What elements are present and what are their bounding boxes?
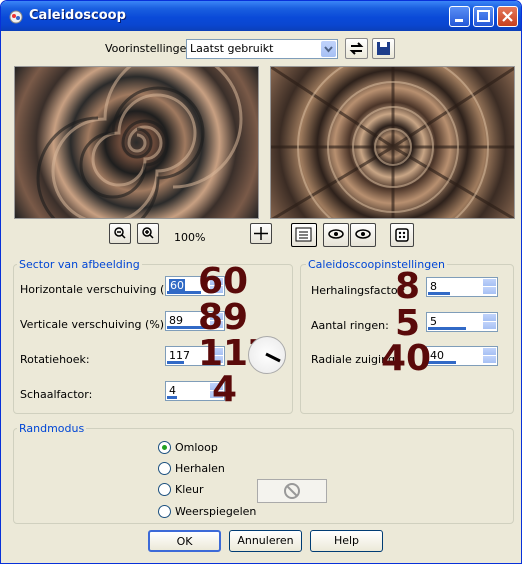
scale-annotation: 4 [212, 369, 238, 410]
vertical-offset-annotation: 89 [198, 297, 249, 338]
edge-mode-group [13, 428, 514, 524]
source-preview[interactable] [14, 66, 259, 219]
move-icon [254, 227, 268, 240]
result-preview[interactable] [270, 66, 515, 219]
maximize-icon [477, 10, 490, 22]
radial-suction-spinner[interactable] [483, 348, 496, 364]
repeat-factor-annotation: 8 [395, 266, 421, 307]
maximize-button[interactable] [473, 6, 494, 27]
sector-group-title: Sector van afbeelding [17, 258, 142, 271]
edge-option-repeat-label[interactable]: Herhalen [175, 462, 225, 475]
horizontal-offset-annotation: 60 [198, 261, 249, 302]
radial-suction-input[interactable]: 40 [426, 346, 498, 366]
presets-value: Laatst gebruikt [190, 42, 274, 55]
edge-option-color-label[interactable]: Kleur [175, 483, 204, 496]
dice-icon [395, 228, 409, 242]
repeat-factor-bar [428, 292, 450, 295]
zoom-out-icon [114, 227, 126, 239]
no-color-icon [284, 483, 300, 499]
presets-label: Voorinstellingen: [105, 42, 198, 55]
rings-annotation: 5 [395, 303, 421, 344]
scale-bar [167, 396, 177, 399]
app-icon [9, 10, 23, 24]
rings-input[interactable]: 5 [426, 312, 498, 332]
chevron-down-icon [321, 41, 336, 57]
reset-preset-button[interactable] [345, 38, 368, 59]
rings-spinner[interactable] [483, 314, 496, 330]
edge-option-mirror-label[interactable]: Weerspiegelen [175, 505, 256, 518]
dialog-window: Caleidoscoop Voorinstellingen: Laatst ge… [0, 0, 522, 564]
kaleidoscope-image [271, 67, 514, 218]
presets-dropdown[interactable]: Laatst gebruikt [186, 39, 338, 59]
cancel-button[interactable]: Annuleren [229, 530, 302, 552]
rotation-label: Rotatiehoek: [20, 353, 90, 366]
zoom-level: 100% [174, 231, 206, 244]
title-bar[interactable]: Caleidoscoop [1, 1, 521, 31]
preview-toggle-icon [295, 227, 312, 242]
eye-arrow-icon [328, 229, 344, 239]
edge-color-swatch[interactable] [257, 479, 327, 503]
ok-button[interactable]: OK [148, 530, 221, 552]
zoom-in-icon [142, 227, 154, 239]
close-button[interactable] [497, 6, 518, 27]
randomize-button[interactable] [390, 223, 414, 247]
radial-suction-bar [428, 361, 456, 364]
rings-label: Aantal ringen: [311, 319, 389, 332]
save-icon [377, 42, 390, 55]
minimize-icon [455, 19, 463, 22]
kaleidoscope-group-title: Caleidoscoopinstellingen [306, 258, 447, 271]
repeat-factor-input[interactable]: 8 [426, 277, 498, 297]
swap-arrows-icon [349, 42, 364, 55]
minimize-button[interactable] [449, 6, 470, 27]
edge-mode-group-title: Randmodus [17, 422, 87, 435]
scale-label: Schaalfactor: [20, 388, 93, 401]
window-title: Caleidoscoop [29, 8, 126, 23]
edge-option-color-radio[interactable] [158, 483, 171, 496]
edge-option-repeat-radio[interactable] [158, 462, 171, 475]
swirl-image [36, 67, 243, 218]
radial-suction-annotation: 40 [381, 338, 432, 379]
horizontal-offset-label: Horizontale verschuiving (%): [20, 283, 183, 296]
edge-option-wrap-label[interactable]: Omloop [175, 441, 218, 454]
auto-proof-button[interactable] [350, 223, 376, 247]
repeat-factor-label: Herhalingsfactor: [311, 284, 406, 297]
eye-icon [355, 229, 371, 239]
edge-option-wrap-radio[interactable] [158, 441, 171, 454]
horizontal-offset-bar [167, 291, 201, 294]
edge-option-mirror-radio[interactable] [158, 505, 171, 518]
vertical-offset-label: Verticale verschuiving (%): [20, 318, 168, 331]
save-preset-button[interactable] [372, 38, 395, 59]
dialog-body: Voorinstellingen: Laatst gebruikt 100% S… [5, 31, 517, 561]
dial-needle-icon [265, 352, 281, 363]
rotation-bar [167, 361, 184, 364]
toggle-preview-button[interactable] [291, 223, 317, 247]
close-icon [502, 11, 513, 22]
help-button[interactable]: Help [310, 530, 383, 552]
rings-bar [428, 327, 466, 330]
rotation-dial[interactable] [248, 336, 286, 374]
zoom-in-button[interactable] [137, 223, 159, 244]
proof-button[interactable] [323, 223, 349, 247]
pan-button[interactable] [250, 223, 272, 244]
repeat-factor-spinner[interactable] [483, 279, 496, 295]
zoom-out-button[interactable] [109, 223, 131, 244]
